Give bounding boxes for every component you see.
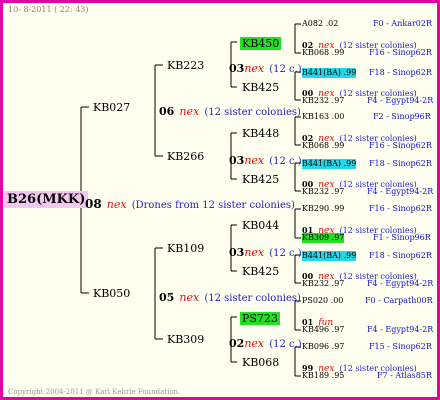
- ancestor-queen-7a-origin: F0 - Carpath00R: [365, 296, 433, 305]
- ancestor-queen-6b[interactable]: KB232 .97: [302, 280, 344, 288]
- copyright-footer: Copyright 2004-2011 @ Karl Kehrle Founda…: [8, 388, 181, 396]
- ancestor-queen-5b[interactable]: KB309 .97: [302, 233, 345, 243]
- ancestor-queen-2a-origin: F18 - Sinop62R: [369, 68, 432, 77]
- ancestor-queen-7b[interactable]: KB496 .97: [302, 326, 344, 334]
- ancestor-queen-1a-origin: F0 - Ankar02R: [373, 19, 433, 28]
- parent-2-drone-note: (12 sister colonies): [204, 293, 301, 304]
- ancestor-queen-5b-origin: F1 - Sinop96R: [373, 233, 431, 242]
- grandparent-2-drone-count: 03: [229, 154, 245, 167]
- parent-1-drone-note: (12 sister colonies): [204, 107, 301, 118]
- ancestor-queen-3a-origin: F2 - Sinop96R: [373, 112, 431, 121]
- parent-1-drone-nex: nex: [179, 105, 200, 118]
- great-grandparent-queen-5[interactable]: KB044: [242, 220, 279, 231]
- ancestor-queen-4a[interactable]: B441(BA) .99: [302, 159, 357, 169]
- ancestor-queen-4b[interactable]: KB232 .97: [302, 188, 344, 196]
- ancestor-queen-4a-origin: F18 - Sinop62R: [369, 159, 432, 168]
- parent-1-drone-count: 06: [159, 105, 175, 118]
- parent-2-drone-count: 05: [159, 291, 175, 304]
- root-drone-info: 08 nex (Drones from 12 sister colonies): [85, 195, 295, 211]
- ancestor-queen-6a-origin: F18 - Sinop62R: [369, 251, 432, 260]
- grandparent-queen-3[interactable]: KB109: [167, 243, 204, 254]
- ancestor-queen-1b[interactable]: KB068 .99: [302, 49, 344, 57]
- ancestor-queen-8a[interactable]: KB096 .97: [302, 343, 344, 351]
- ancestor-queen-3b[interactable]: KB068 .99: [302, 142, 344, 150]
- great-grandparent-queen-8[interactable]: KB068: [242, 357, 279, 368]
- grandparent-3-drone-nex: nex: [244, 246, 265, 259]
- grandparent-1-drone-nex: nex: [244, 62, 265, 75]
- ancestor-queen-6b-origin: F4 - Egypt94-2R: [367, 279, 434, 288]
- parent-2-drone-nex: nex: [179, 291, 200, 304]
- grandparent-4-drone-nex: nex: [244, 337, 265, 350]
- ancestor-queen-8b-origin: F7 - Atlas85R: [377, 371, 432, 380]
- parent-queen-1[interactable]: KB027: [93, 102, 130, 113]
- root-queen[interactable]: B26(MKK): [4, 191, 89, 208]
- ancestor-queen-7a[interactable]: PS020 .00: [302, 297, 343, 305]
- ancestor-queen-2a[interactable]: B441(BA) .99: [302, 68, 357, 78]
- great-grandparent-queen-6[interactable]: KB425: [242, 266, 279, 277]
- grandparent-2-drone-note: (12 c.): [269, 156, 302, 167]
- grandparent-queen-1[interactable]: KB223: [167, 60, 204, 71]
- root-drone-note: (Drones from 12 sister colonies): [131, 200, 295, 211]
- parent-2-drone-info: 05 nex (12 sister colonies): [159, 288, 301, 304]
- grandparent-4-drone-note: (12 c.): [269, 339, 302, 350]
- root-drone-count: 08: [85, 197, 102, 211]
- grandparent-4-drone-count: 02: [229, 337, 245, 350]
- ancestor-queen-3b-origin: F16 - Sinop62R: [369, 141, 432, 150]
- ancestor-queen-1b-origin: F16 - Sinop62R: [369, 48, 432, 57]
- ancestor-queen-7b-origin: F4 - Egypt94-2R: [367, 325, 434, 334]
- parent-queen-2[interactable]: KB050: [93, 288, 130, 299]
- ancestor-queen-8b[interactable]: KB189 .95: [302, 372, 344, 380]
- great-grandparent-queen-7[interactable]: PS723: [240, 312, 280, 325]
- grandparent-4-drone-info: 02nex (12 c.): [229, 334, 302, 350]
- ancestor-queen-5a-origin: F16 - Sinop62R: [369, 204, 432, 213]
- grandparent-queen-2[interactable]: KB266: [167, 151, 204, 162]
- grandparent-1-drone-count: 03: [229, 62, 245, 75]
- grandparent-2-drone-nex: nex: [244, 154, 265, 167]
- root-drone-nex: nex: [106, 198, 127, 211]
- great-grandparent-queen-2[interactable]: KB425: [242, 82, 279, 93]
- grandparent-2-drone-info: 03nex (12 c.): [229, 151, 302, 167]
- parent-1-drone-info: 06 nex (12 sister colonies): [159, 102, 301, 118]
- report-date: 10- 8-2011 ( 22: 43): [8, 5, 89, 14]
- grandparent-queen-4[interactable]: KB309: [167, 334, 204, 345]
- pedigree-frame: 10- 8-2011 ( 22: 43) B26(MKK) 08 nex (Dr…: [0, 0, 440, 400]
- grandparent-3-drone-info: 03nex (12 c.): [229, 243, 302, 259]
- ancestor-queen-5a[interactable]: KB290 .99: [302, 205, 344, 213]
- great-grandparent-queen-3[interactable]: KB448: [242, 128, 279, 139]
- ancestor-queen-2b[interactable]: KB232 .97: [302, 97, 344, 105]
- ancestor-queen-4b-origin: F4 - Egypt94-2R: [367, 187, 434, 196]
- ancestor-queen-6a[interactable]: B441(BA) .99: [302, 251, 357, 261]
- ancestor-queen-2b-origin: F4 - Egypt94-2R: [367, 96, 434, 105]
- ancestor-queen-1a[interactable]: A082 .02: [302, 20, 338, 28]
- great-grandparent-queen-4[interactable]: KB425: [242, 174, 279, 185]
- ancestor-queen-3a[interactable]: KB163 .00: [302, 113, 344, 121]
- grandparent-3-drone-count: 03: [229, 246, 245, 259]
- grandparent-3-drone-note: (12 c.): [269, 248, 302, 259]
- grandparent-1-drone-info: 03nex (12 c.): [229, 59, 302, 75]
- grandparent-1-drone-note: (12 c.): [269, 64, 302, 75]
- great-grandparent-queen-1[interactable]: KB450: [240, 37, 282, 50]
- ancestor-queen-8a-origin: F15 - Sinop62R: [369, 342, 432, 351]
